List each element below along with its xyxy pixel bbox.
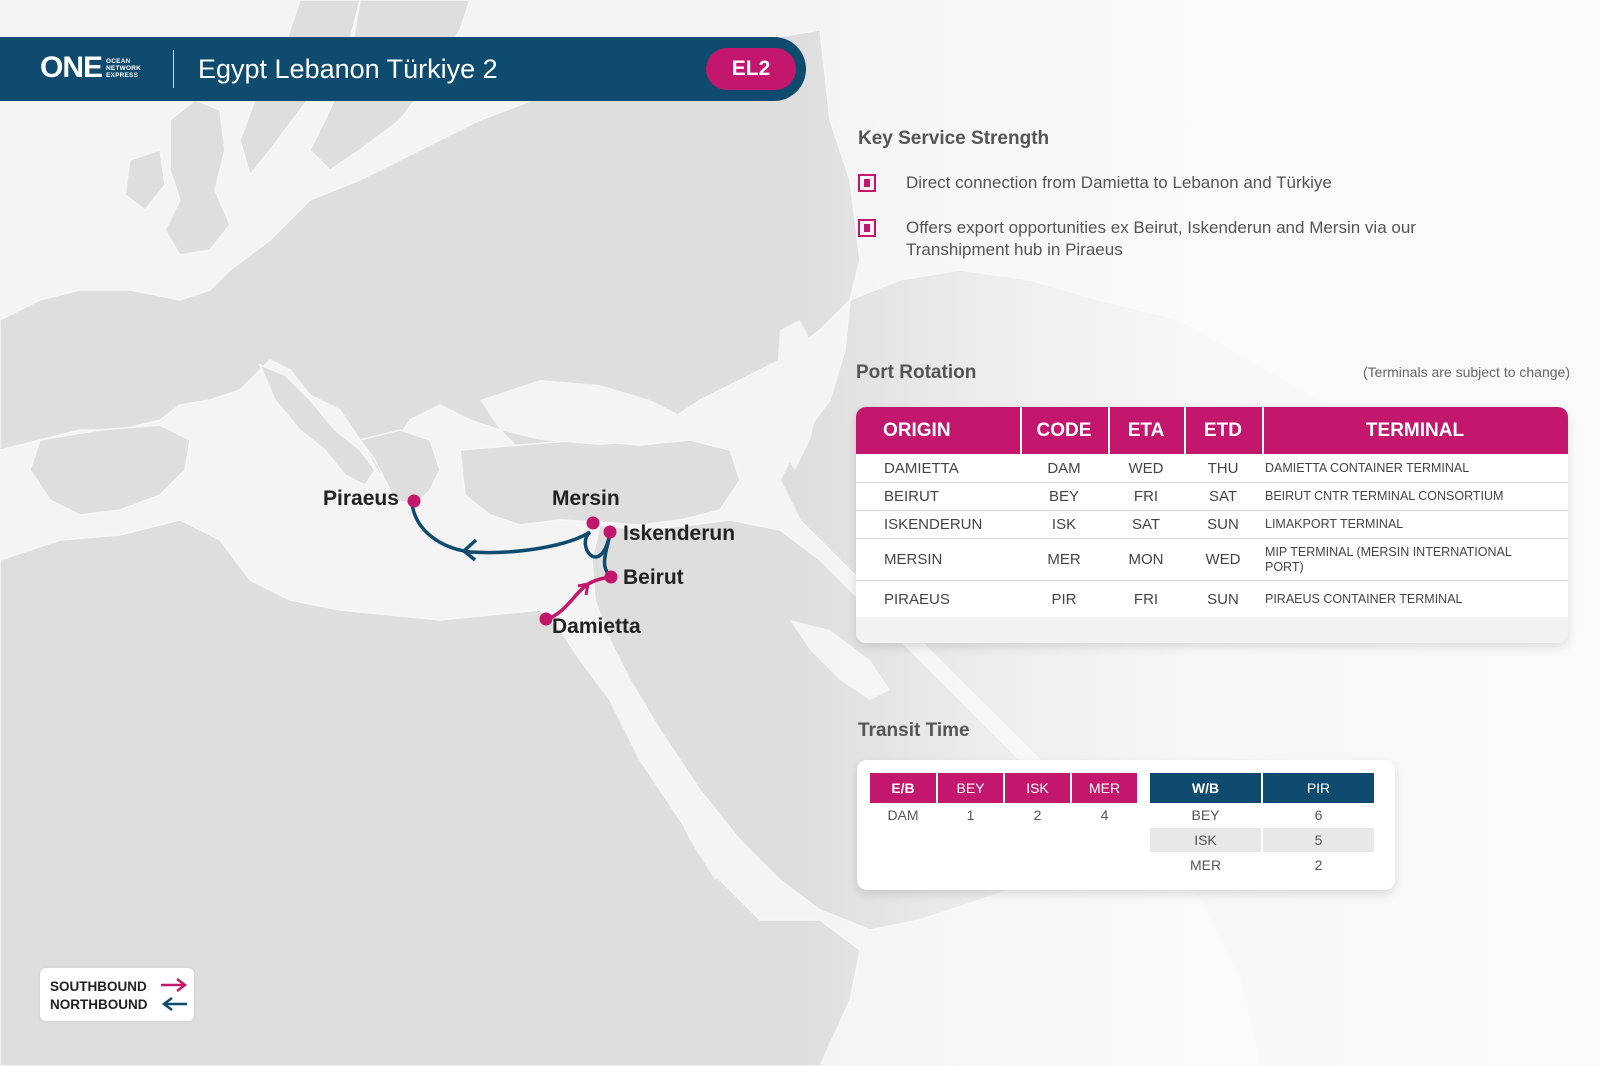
table-row: ISKENDERUN ISK SAT SUN LIMAKPORT TERMINA… [856,511,1568,539]
port-rotation-note: (Terminals are subject to change) [1363,364,1570,380]
port-label-mersin: Mersin [552,487,620,510]
port-dot-iskenderun [603,525,617,539]
eb-header-bey: BEY [938,773,1003,803]
port-label-piraeus: Piraeus [323,487,399,510]
cell-etd: THU [1207,459,1239,477]
header-terminal: TERMINAL [1365,419,1465,441]
table-footer [856,617,1568,643]
table-row: PIRAEUS PIR FRI SUN PIRAEUS CONTAINER TE… [856,581,1568,617]
northbound-route [410,502,612,559]
cell-terminal: MIP TERMINAL (MERSIN INTERNATIONAL PORT) [1265,544,1512,574]
port-dot-damietta [539,612,553,626]
wb-value: 6 [1314,807,1323,823]
transit-time-title: Transit Time [858,720,970,741]
legend-northbound-label: NORTHBOUND [50,997,148,1012]
transit-time-table: E/B BEY ISK MER DAM 1 2 4 W/B PIR BEY 6 … [857,760,1395,890]
cell-origin: BEIRUT [884,488,940,505]
header-code: CODE [1036,419,1092,441]
wb-origin: ISK [1150,828,1261,852]
port-dot-mersin [586,516,600,530]
port-label-damietta: Damietta [552,615,641,638]
cell-eta: WED [1128,459,1164,477]
service-title: Egypt Lebanon Türkiye 2 [198,54,498,84]
logo-subtext: OCEAN NETWORK EXPRESS [106,58,141,79]
arrow-right-icon [161,978,188,992]
bullet-square-icon [858,174,876,192]
service-code-badge: EL2 [706,48,796,90]
cell-origin: MERSIN [884,551,943,568]
cell-origin: PIRAEUS [884,590,950,608]
logo-sub-line: OCEAN [106,57,131,65]
cell-terminal: LIMAKPORT TERMINAL [1265,517,1404,531]
route-legend: SOUTHBOUND NORTHBOUND [38,966,196,1023]
key-strength-item: Offers export opportunities ex Beirut, I… [858,217,1416,259]
logo-sub-line: EXPRESS [106,71,139,79]
cell-terminal: BEIRUT CNTR TERMINAL CONSORTIUM [1265,489,1504,503]
legend-arrows [161,978,188,1011]
wb-value: 5 [1263,828,1374,852]
key-strength-title: Key Service Strength [858,128,1050,149]
northbound-arrowhead [461,538,478,562]
one-logo: ONE OCEAN NETWORK EXPRESS [40,53,141,83]
port-rotation-header: ORIGIN CODE ETA ETD TERMINAL [856,407,1568,454]
eb-header-isk: ISK [1005,773,1070,803]
port-label-iskenderun: Iskenderun [623,522,736,545]
header-divider [173,50,174,88]
arrow-left-icon [161,997,187,1011]
wb-header-pir: PIR [1263,773,1374,803]
cell-terminal: DAMIETTA CONTAINER TERMINAL [1265,460,1470,475]
cell-etd: WED [1205,551,1241,568]
wb-header-label: W/B [1150,773,1261,803]
cell-etd: SUN [1207,516,1239,533]
cell-eta: MON [1128,551,1164,568]
header-etd: ETD [1204,419,1242,441]
table-row: MERSIN MER MON WED MIP TERMINAL (MERSIN … [856,539,1568,581]
eb-header-label: E/B [870,773,936,803]
eb-value: 2 [1033,807,1042,823]
cell-eta: SAT [1131,516,1161,533]
header-origin: ORIGIN [883,419,951,441]
cell-terminal: PIRAEUS CONTAINER TERMINAL [1265,591,1463,606]
eb-origin-dam: DAM [887,807,919,823]
legend-southbound-label: SOUTHBOUND [50,979,147,994]
eb-value: 1 [966,807,975,823]
port-label-beirut: Beirut [623,566,684,589]
port-dot-piraeus [407,494,421,508]
cell-code: MER [1047,551,1081,568]
logo-sub-line: NETWORK [106,64,141,72]
cell-etd: SUN [1207,590,1239,608]
header-eta: ETA [1127,419,1165,441]
southbound-route [545,575,612,622]
cell-code: BEY [1048,488,1079,505]
wb-origin: BEY [1191,807,1220,823]
logo-text: ONE [40,51,103,84]
table-row: DAMIETTA DAM WED THU DAMIETTA CONTAINER … [856,454,1568,483]
wb-origin: MER [1189,857,1222,873]
key-strength-text: Offers export opportunities ex Beirut, I… [906,218,1416,259]
cell-etd: SAT [1208,488,1238,505]
eb-header-mer: MER [1072,773,1137,803]
port-dot-beirut [604,570,618,584]
cell-origin: ISKENDERUN [884,516,983,533]
cell-eta: FRI [1133,590,1159,608]
cell-origin: DAMIETTA [884,459,959,477]
port-rotation-title: Port Rotation [856,362,977,383]
key-strength-text: Direct connection from Damietta to Leban… [906,173,1332,192]
table-row: BEIRUT BEY FRI SAT BEIRUT CNTR TERMINAL … [856,483,1568,511]
key-strength-item: Direct connection from Damietta to Leban… [858,172,1332,192]
cell-code: ISK [1051,516,1077,533]
eb-value: 4 [1100,807,1109,823]
wb-value: 2 [1314,857,1323,873]
service-header: ONE OCEAN NETWORK EXPRESS Egypt Lebanon … [0,37,806,101]
cell-code: PIR [1051,590,1077,608]
cell-eta: FRI [1133,488,1159,505]
bullet-square-icon [858,219,876,237]
cell-code: DAM [1047,459,1081,477]
port-rotation-table: ORIGIN CODE ETA ETD TERMINAL DAMIETTA DA… [856,407,1568,643]
